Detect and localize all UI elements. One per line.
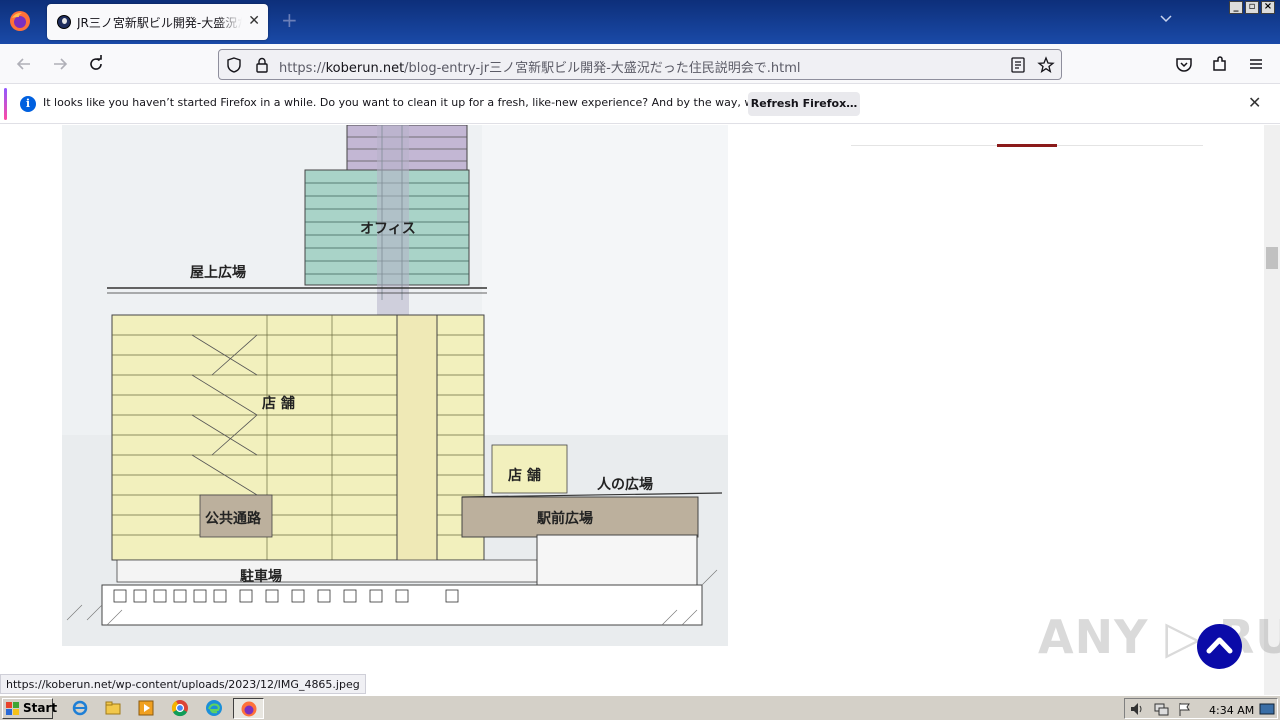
back-arrow-icon[interactable]	[14, 54, 34, 74]
refresh-firefox-notification: i It looks like you haven’t started Fire…	[0, 84, 1280, 124]
list-all-tabs-chevron-icon[interactable]	[1159, 12, 1173, 26]
tab-close-icon[interactable]: ✕	[248, 13, 260, 29]
file-explorer-icon[interactable]	[104, 699, 122, 717]
back-to-top-button[interactable]	[1197, 624, 1242, 669]
notification-accent	[4, 88, 7, 120]
navigation-toolbar: https://koberun.net/blog-entry-jr三ノ宮新駅ビル…	[0, 44, 1280, 84]
url-prefix: https://	[279, 61, 326, 76]
url-domain: koberun.net	[325, 61, 405, 76]
start-button[interactable]: Start	[2, 698, 57, 719]
system-tray: 4:34 AM	[1124, 698, 1278, 719]
firefox-menu-icon[interactable]	[8, 9, 32, 33]
label-office: オフィス	[360, 221, 416, 237]
tracking-protection-shield-icon[interactable]	[225, 56, 243, 74]
anyrun-watermark: ANY ▷ RUN	[1038, 610, 1280, 664]
label-public-passage: 公共通路	[205, 510, 262, 527]
edge-icon[interactable]	[205, 699, 223, 717]
site-favicon-icon	[57, 15, 71, 29]
close-window-button[interactable]: ×	[1261, 1, 1275, 14]
reader-view-icon[interactable]	[1009, 56, 1027, 74]
start-label: Start	[23, 701, 58, 715]
lock-icon[interactable]	[253, 56, 271, 74]
sidebar-accent-bar	[997, 144, 1057, 147]
label-shops-main: 店 舗	[262, 395, 295, 412]
url-bar[interactable]: https://koberun.net/blog-entry-jr三ノ宮新駅ビル…	[218, 49, 1062, 80]
windows-logo-icon	[6, 702, 19, 715]
extensions-puzzle-icon[interactable]	[1210, 54, 1230, 74]
label-people-plaza: 人の広場	[597, 476, 653, 493]
minimize-window-button[interactable]: _	[1229, 1, 1243, 14]
building-cross-section-image[interactable]: オフィス 屋上広場 店 舗 店 舗 人の広場 公共通路 駅前広場 駐車場	[62, 125, 728, 646]
reload-icon[interactable]	[86, 54, 106, 74]
building-cross-section-drawing: オフィス 屋上広場 店 舗 店 舗 人の広場 公共通路 駅前広場 駐車場	[62, 125, 728, 646]
chevron-up-icon	[1206, 637, 1233, 654]
forward-arrow-icon[interactable]	[50, 54, 70, 74]
chrome-icon[interactable]	[171, 699, 189, 717]
label-parking: 駐車場	[240, 568, 282, 585]
windows-taskbar: Start 4:34 AM	[0, 695, 1280, 720]
url-text[interactable]: https://koberun.net/blog-entry-jr三ノ宮新駅ビル…	[279, 57, 801, 76]
show-desktop-icon[interactable]	[1259, 701, 1275, 717]
firefox-taskbar-button[interactable]	[233, 698, 264, 719]
label-shops-small: 店 舗	[508, 467, 541, 484]
notification-close-icon[interactable]: ✕	[1248, 94, 1261, 112]
internet-explorer-icon[interactable]	[71, 699, 89, 717]
hamburger-menu-icon[interactable]	[1246, 54, 1266, 74]
tab-strip: JR三ノ宮新駅ビル開発-大盛況だった住民説明会で ✕ + _ ▫ ×	[0, 0, 1280, 44]
action-center-flag-icon[interactable]	[1177, 701, 1193, 717]
url-path: /blog-entry-jr三ノ宮新駅ビル開発-大盛況だった住民説明会で.htm…	[404, 61, 801, 76]
firefox-taskbar-icon	[241, 701, 257, 717]
taskbar-clock: 4:34 AM	[1209, 704, 1255, 717]
label-station-plaza: 駅前広場	[537, 510, 593, 527]
bookmark-star-icon[interactable]	[1037, 56, 1055, 74]
info-icon: i	[20, 96, 36, 112]
media-player-icon[interactable]	[137, 699, 155, 717]
restore-window-button[interactable]: ▫	[1245, 1, 1259, 14]
label-rooftop-plaza: 屋上広場	[190, 264, 246, 281]
tab-title: JR三ノ宮新駅ビル開発-大盛況だった住民説明会で	[77, 14, 242, 31]
link-status-bar: https://koberun.net/wp-content/uploads/2…	[0, 674, 366, 694]
notification-message: It looks like you haven’t started Firefo…	[43, 96, 828, 109]
pocket-icon[interactable]	[1174, 54, 1194, 74]
volume-icon[interactable]	[1129, 701, 1145, 717]
refresh-firefox-button[interactable]: Refresh Firefox…	[748, 92, 860, 116]
new-tab-button[interactable]: +	[281, 10, 298, 30]
active-tab[interactable]: JR三ノ宮新駅ビル開発-大盛況だった住民説明会で ✕	[47, 4, 268, 40]
scrollbar-thumb[interactable]	[1266, 247, 1278, 269]
network-icon[interactable]	[1153, 701, 1169, 717]
